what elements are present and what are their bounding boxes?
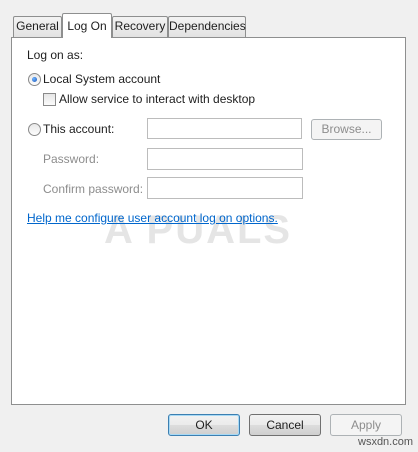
tab-log-on[interactable]: Log On <box>62 13 112 38</box>
password-label: Password: <box>43 152 100 166</box>
help-configure-link[interactable]: Help me configure user account log on op… <box>27 211 278 225</box>
tab-dependencies[interactable]: Dependencies <box>168 16 246 37</box>
confirm-password-field[interactable] <box>147 177 303 199</box>
confirm-password-label: Confirm password: <box>43 182 144 196</box>
log-on-as-label: Log on as: <box>27 48 84 62</box>
this-account-radio[interactable] <box>28 123 41 136</box>
local-system-radio[interactable] <box>28 73 41 86</box>
interact-desktop-label[interactable]: Allow service to interact with desktop <box>59 92 255 106</box>
this-account-field[interactable] <box>147 118 302 139</box>
password-field[interactable] <box>147 148 303 170</box>
interact-desktop-checkbox[interactable] <box>43 93 56 106</box>
ok-button[interactable]: OK <box>168 414 240 436</box>
radio-selected-dot <box>32 77 37 82</box>
this-account-label[interactable]: This account: <box>43 122 114 136</box>
browse-button[interactable]: Browse... <box>311 119 382 140</box>
site-watermark: wsxdn.com <box>358 436 414 448</box>
tab-general[interactable]: General <box>13 16 62 37</box>
tab-recovery[interactable]: Recovery <box>112 16 168 37</box>
apply-button[interactable]: Apply <box>330 414 402 436</box>
cancel-button[interactable]: Cancel <box>249 414 321 436</box>
local-system-label[interactable]: Local System account <box>43 72 160 86</box>
